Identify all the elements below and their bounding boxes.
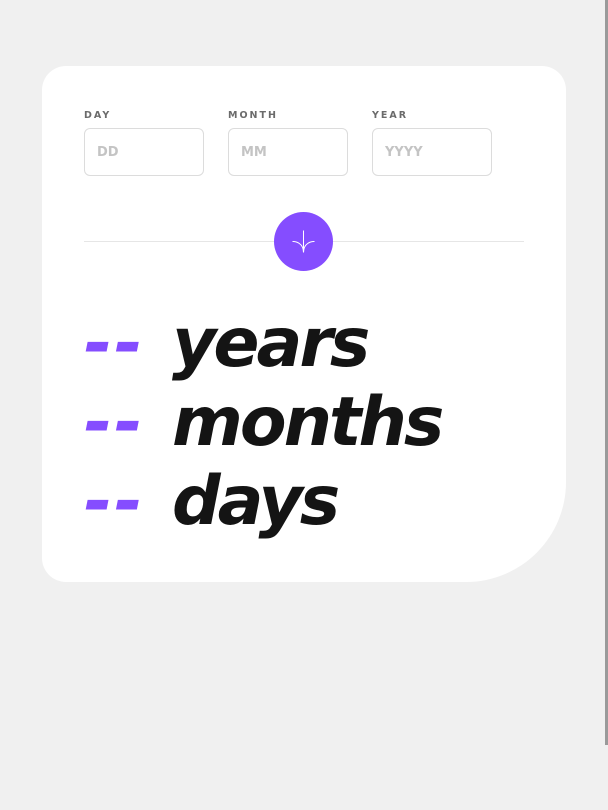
age-calculator-card: DAY MONTH YEAR -- years -- months <box>42 66 566 582</box>
year-label: YEAR <box>372 110 409 121</box>
day-label: DAY <box>84 110 112 121</box>
result-days: -- days <box>84 462 441 541</box>
month-input[interactable] <box>228 128 348 176</box>
result-years: -- years <box>84 304 441 383</box>
days-unit: days <box>172 462 340 541</box>
years-value: -- <box>84 304 145 383</box>
submit-button[interactable] <box>274 212 333 271</box>
months-value: -- <box>84 383 145 462</box>
year-field: YEAR <box>372 110 492 176</box>
months-unit: months <box>172 383 444 462</box>
month-field: MONTH <box>228 110 348 176</box>
day-input[interactable] <box>84 128 204 176</box>
result-months: -- months <box>84 383 444 462</box>
year-input[interactable] <box>372 128 492 176</box>
results: -- years -- months -- days <box>84 304 444 541</box>
day-field: DAY <box>84 110 204 176</box>
arrow-down-icon <box>292 230 315 253</box>
days-value: -- <box>84 462 145 541</box>
month-label: MONTH <box>228 110 278 121</box>
years-unit: years <box>172 304 370 383</box>
